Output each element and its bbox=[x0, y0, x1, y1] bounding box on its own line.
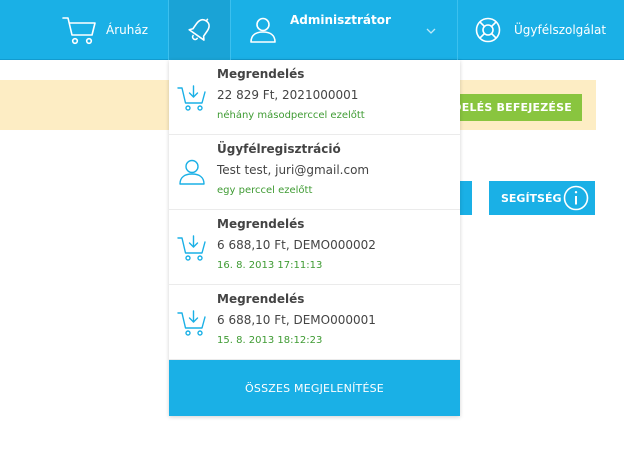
help-label: SEGÍTSÉG bbox=[501, 191, 562, 205]
info-icon bbox=[563, 185, 589, 214]
notification-detail: 22 829 Ft, 2021000001 bbox=[217, 88, 359, 102]
help-button[interactable]: SEGÍTSÉG bbox=[489, 181, 595, 215]
show-all-notifications-button[interactable]: ÖSSZES MEGJELENÍTÉSE bbox=[169, 360, 460, 416]
notifications-dropdown: Megrendelés 22 829 Ft, 2021000001 néhány… bbox=[169, 60, 460, 416]
notification-detail: Test test, juri@gmail.com bbox=[217, 163, 370, 177]
notification-item[interactable]: Megrendelés 6 688,10 Ft, DEMO000001 15. … bbox=[169, 285, 460, 360]
notification-item[interactable]: Megrendelés 6 688,10 Ft, DEMO000002 16. … bbox=[169, 210, 460, 285]
lifebuoy-icon bbox=[474, 16, 502, 44]
cart-icon bbox=[177, 307, 207, 341]
user-icon bbox=[248, 15, 278, 45]
notification-title: Ügyfélregisztráció bbox=[217, 142, 341, 156]
notification-detail: 6 688,10 Ft, DEMO000002 bbox=[217, 238, 376, 252]
bell-icon bbox=[185, 15, 215, 45]
notification-time: néhány másodperccel ezelőtt bbox=[217, 110, 365, 121]
notification-detail: 6 688,10 Ft, DEMO000001 bbox=[217, 313, 376, 327]
top-navigation-bar: Áruház Adminisztrátor Ügyfélszolgálat bbox=[0, 0, 624, 60]
shopping-cart-icon bbox=[62, 15, 98, 45]
admin-account-menu[interactable]: Adminisztrátor bbox=[231, 0, 457, 60]
notification-title: Megrendelés bbox=[217, 67, 305, 81]
admin-name-label: Adminisztrátor bbox=[290, 13, 391, 27]
nav-shop-label: Áruház bbox=[106, 23, 149, 37]
chevron-down-icon bbox=[426, 28, 436, 34]
notification-time: 16. 8. 2013 17:11:13 bbox=[217, 260, 323, 271]
user-icon bbox=[177, 157, 207, 191]
notification-title: Megrendelés bbox=[217, 292, 305, 306]
cart-icon bbox=[177, 232, 207, 266]
notifications-button[interactable] bbox=[169, 0, 230, 60]
nav-support[interactable]: Ügyfélszolgálat bbox=[458, 0, 624, 60]
notification-title: Megrendelés bbox=[217, 217, 305, 231]
notification-item[interactable]: Ügyfélregisztráció Test test, juri@gmail… bbox=[169, 135, 460, 210]
notification-item[interactable]: Megrendelés 22 829 Ft, 2021000001 néhány… bbox=[169, 60, 460, 135]
nav-shop[interactable]: Áruház bbox=[58, 0, 168, 60]
cart-icon bbox=[177, 82, 207, 116]
notification-time: egy perccel ezelőtt bbox=[217, 185, 313, 196]
notification-time: 15. 8. 2013 18:12:23 bbox=[217, 335, 323, 346]
nav-support-label: Ügyfélszolgálat bbox=[514, 23, 607, 37]
